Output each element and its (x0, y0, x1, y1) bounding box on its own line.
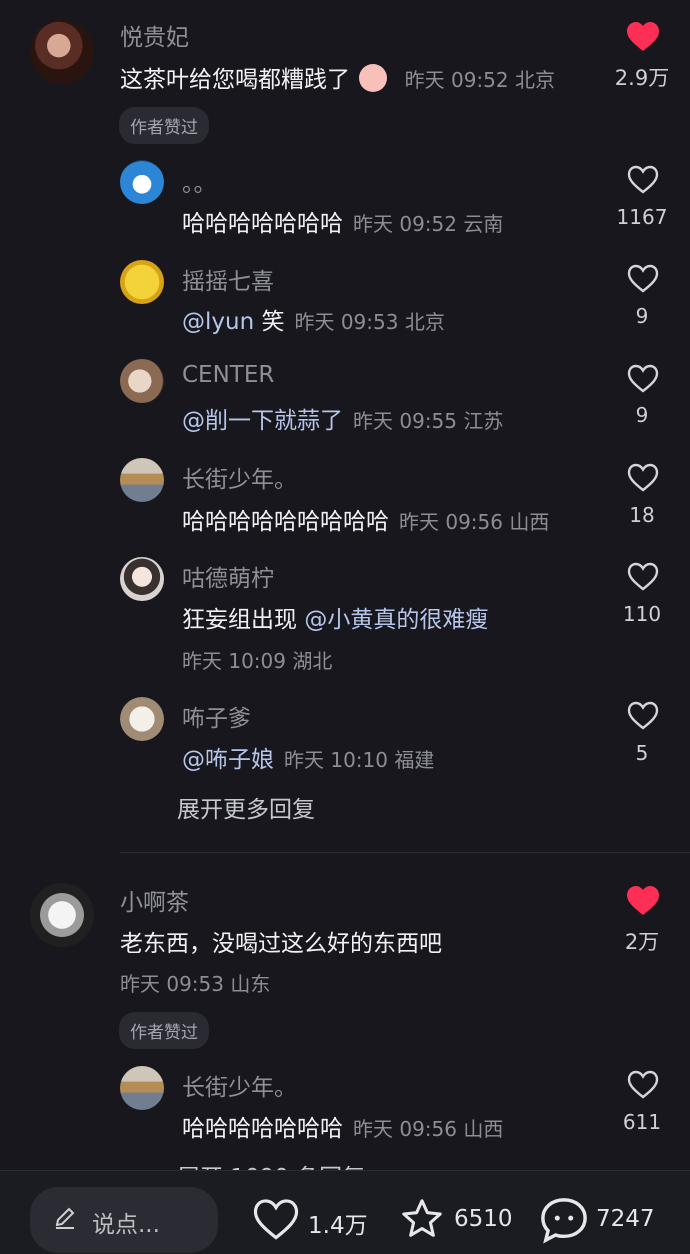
reply-author[interactable]: 咘子爹 (182, 699, 251, 733)
author-liked-badge: 作者赞过 (119, 107, 209, 144)
reply-body: 哈哈哈哈哈哈哈哈哈 (182, 509, 389, 535)
reply-meta: 昨天 10:10 福建 (284, 748, 435, 772)
reply-text: 狂妄组出现 @小黄真的很难瘦 (182, 600, 488, 634)
reply-text: 哈哈哈哈哈哈哈哈哈 昨天 09:56 山西 (182, 502, 549, 536)
reply-meta: 昨天 09:52 云南 (353, 212, 504, 236)
comment-meta: 昨天 09:53 山东 (120, 972, 271, 996)
reply-text: @咘子娘 昨天 10:10 福建 (182, 740, 434, 774)
reply-author[interactable]: 摇摇七喜 (182, 262, 274, 296)
comment-body: 这茶叶给您喝都糟践了 (120, 67, 350, 93)
author-liked-badge: 作者赞过 (119, 1012, 209, 1049)
like-heart-icon[interactable] (627, 22, 659, 52)
pencil-icon (52, 1205, 78, 1235)
like-count: 9 (635, 403, 649, 427)
reply-body: 哈哈哈哈哈哈哈 (182, 211, 343, 237)
avatar[interactable] (30, 20, 94, 84)
reply-text: @lyun 笑昨天 09:53 北京 (182, 302, 445, 336)
divider (120, 852, 690, 853)
like-count: 2.9万 (614, 66, 670, 90)
like-heart-icon[interactable] (627, 165, 659, 195)
comment-count: 7247 (596, 1206, 655, 1232)
reply-meta: 昨天 09:53 北京 (294, 310, 445, 334)
comment-text: 老东西，没喝过这么好的东西吧 (120, 931, 442, 957)
reply-body: 笑 (254, 309, 285, 335)
reply-text: @削一下就蒜了 昨天 09:55 江苏 (182, 401, 503, 435)
favorite-count: 6510 (454, 1206, 513, 1232)
reply-avatar[interactable] (120, 557, 164, 601)
reply-author[interactable]: 。。 (182, 164, 217, 198)
reply-meta: 昨天 09:56 山西 (399, 510, 550, 534)
reply-meta: 昨天 10:09 湖北 (182, 649, 333, 673)
like-count: 5 (635, 741, 649, 765)
reply-text: 哈哈哈哈哈哈哈 昨天 09:52 云南 (182, 204, 503, 238)
like-heart-icon[interactable] (627, 886, 659, 916)
chat-bubble-icon[interactable] (539, 1196, 589, 1248)
reply-author[interactable]: CENTER (182, 362, 274, 388)
comment-input-placeholder: 说点... (92, 1212, 160, 1238)
comment-text: 这茶叶给您喝都糟践了 昨天 09:52 北京 (120, 60, 555, 94)
reply-meta: 昨天 09:55 江苏 (353, 409, 504, 433)
reply-avatar[interactable] (120, 260, 164, 304)
reply-avatar[interactable] (120, 160, 164, 204)
reply-author[interactable]: 长街少年。 (182, 1068, 297, 1102)
like-heart-icon[interactable] (252, 1198, 300, 1246)
like-heart-icon[interactable] (627, 1070, 659, 1100)
comment-author[interactable]: 小啊茶 (120, 883, 189, 917)
comment-input[interactable]: 说点... (30, 1187, 218, 1253)
like-count: 611 (622, 1110, 662, 1134)
comment-meta: 昨天 09:52 北京 (404, 68, 555, 92)
reply-mention[interactable]: @咘子娘 (182, 747, 274, 773)
like-count: 110 (622, 602, 662, 626)
reply-avatar[interactable] (120, 458, 164, 502)
pig-emoji-icon (359, 64, 388, 92)
reply-mention[interactable]: @小黄真的很难瘦 (304, 607, 488, 633)
reply-mention[interactable]: @lyun (182, 309, 254, 335)
reply-author[interactable]: 咕德萌柠 (182, 559, 274, 593)
reply-author[interactable]: 长街少年。 (182, 460, 297, 494)
like-heart-icon[interactable] (627, 463, 659, 493)
like-count: 18 (629, 503, 655, 527)
reply-body: 狂妄组出现 (182, 607, 305, 633)
like-count: 9 (635, 304, 649, 328)
like-heart-icon[interactable] (627, 264, 659, 294)
reply-avatar[interactable] (120, 697, 164, 741)
reply-avatar[interactable] (120, 1066, 164, 1110)
like-heart-icon[interactable] (627, 701, 659, 731)
comment-author[interactable]: 悦贵妃 (120, 18, 189, 52)
reply-body: 哈哈哈哈哈哈哈 (182, 1116, 343, 1142)
like-heart-icon[interactable] (627, 364, 659, 394)
reply-meta: 昨天 09:56 山西 (353, 1117, 504, 1141)
like-total: 1.4万 (308, 1213, 368, 1239)
reply-text: 哈哈哈哈哈哈哈 昨天 09:56 山西 (182, 1109, 503, 1143)
expand-more-replies[interactable]: 展开更多回复 (177, 790, 315, 824)
avatar[interactable] (30, 883, 94, 947)
like-count: 2万 (624, 930, 660, 954)
reply-avatar[interactable] (120, 359, 164, 403)
reply-mention[interactable]: @削一下就蒜了 (182, 408, 343, 434)
like-heart-icon[interactable] (627, 562, 659, 592)
star-icon[interactable] (398, 1196, 446, 1246)
like-count: 1167 (616, 205, 668, 229)
